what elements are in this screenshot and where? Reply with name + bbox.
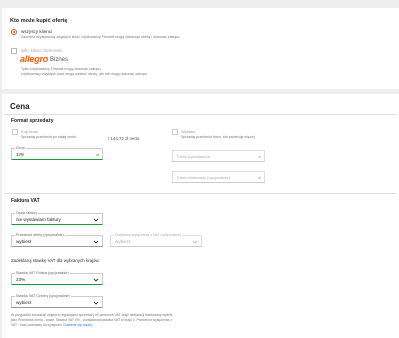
allegro-biznes-logo-text: Biznes bbox=[50, 57, 69, 63]
vat-declare-text: Zadeklaruj stawkę VAT dla wybranych kraj… bbox=[11, 258, 100, 263]
invoice-options-label: Opcje faktury bbox=[15, 211, 39, 215]
chevron-down-icon bbox=[192, 240, 198, 244]
vat-poland-select[interactable]: Stawka VAT Polska (opcjonalnie) 23% bbox=[11, 271, 103, 285]
exemption-basis-select[interactable]: Podstawa wyłączenia z VAT (opcjonalnie) … bbox=[110, 233, 202, 247]
price-heading: Cena bbox=[10, 102, 30, 111]
chevron-down-icon bbox=[93, 301, 99, 305]
vat-czech-select[interactable]: Stawka VAT Czechy (opcjonalnie) wybierz bbox=[11, 294, 103, 308]
vat-heading: Faktura VAT bbox=[11, 198, 40, 204]
invoice-options-select[interactable]: Opcje faktury nie wystawiam faktury bbox=[11, 211, 103, 225]
price-currency: zł bbox=[96, 152, 99, 157]
exemption-value: wybierz bbox=[16, 239, 32, 244]
buy-now-desc: Sprzedaj przedmiot po stałej cenie. bbox=[21, 135, 77, 139]
learn-more-link[interactable]: Dowiedz się więcej. bbox=[63, 323, 93, 327]
radio-all-buyers-label: wszyscy klienci bbox=[21, 29, 53, 34]
price-input-value: 178 bbox=[16, 152, 24, 157]
auction-desc: Sprzedaj przedmiot temu, kto zaoferuje w… bbox=[181, 135, 256, 139]
start-price-placeholder: Cena wywoławcza bbox=[177, 154, 210, 159]
exemption-basis-value: wybierz bbox=[115, 239, 131, 244]
price-input[interactable]: Cena 178 zł bbox=[11, 146, 103, 160]
chevron-down-icon bbox=[93, 278, 99, 282]
buyers-card: Kto może kupić ofertę wszyscy klienci Za… bbox=[2, 8, 399, 89]
radio-all-buyers[interactable] bbox=[11, 29, 17, 35]
exemption-label: Przedmiot oferty (opcjonalnie) bbox=[15, 233, 65, 237]
exemption-select[interactable]: Przedmiot oferty (opcjonalnie) wybierz bbox=[11, 233, 103, 247]
chevron-down-icon bbox=[93, 240, 99, 244]
vat-poland-label: Stawka VAT Polska (opcjonalnie) bbox=[15, 271, 70, 275]
exemption-basis-label: Podstawa wyłączenia z VAT (opcjonalnie) bbox=[114, 233, 183, 237]
business-only-label: tylko klienci biznesowi bbox=[21, 48, 62, 53]
min-price-input[interactable]: Cena minimalna (opcjonalnie) zł bbox=[172, 171, 265, 183]
vat-poland-value: 23% bbox=[16, 277, 26, 282]
price-input-label: Cena bbox=[15, 146, 26, 150]
price-card: Cena Format sprzedaży Kup teraz Sprzedaj… bbox=[2, 94, 399, 338]
chevron-down-icon bbox=[93, 218, 99, 222]
start-price-input[interactable]: Cena wywoławcza zł bbox=[172, 150, 265, 162]
start-price-currency: zł bbox=[258, 154, 261, 159]
buy-now-label: Kup teraz bbox=[21, 129, 39, 134]
auction-label: Wystaw bbox=[181, 129, 195, 134]
vat-note-line3-text: VAT - brak podstawy do wyłączeń. bbox=[11, 323, 63, 327]
vat-czech-label: Stawka VAT Czechy (opcjonalnie) bbox=[15, 294, 71, 298]
allegro-logo: allegro bbox=[20, 54, 49, 64]
radio-all-buyers-desc: Zarówno użytkownicy zwykłych kont i użyt… bbox=[21, 35, 181, 39]
vat-divider bbox=[4, 193, 397, 194]
sale-format-heading: Format sprzedaży bbox=[11, 118, 54, 124]
vat-czech-value: wybierz bbox=[16, 300, 32, 305]
checkbox-buy-now[interactable] bbox=[12, 129, 18, 135]
checkbox-business-only[interactable] bbox=[11, 48, 17, 54]
min-price-placeholder: Cena minimalna (opcjonalnie) bbox=[177, 175, 230, 180]
vat-note-line3: VAT - brak podstawy do wyłączeń. Dowiedz… bbox=[11, 323, 93, 328]
checkbox-auction[interactable] bbox=[172, 129, 178, 135]
invoice-options-value: nie wystawiam faktury bbox=[16, 217, 61, 222]
net-price-text: / 144,72 zł netto bbox=[108, 136, 140, 141]
min-price-currency: zł bbox=[258, 175, 261, 180]
buyers-heading: Kto może kupić ofertę bbox=[10, 18, 68, 24]
business-only-desc2: Użytkownicy zwykłych kont mogą widzieć o… bbox=[21, 72, 148, 76]
price-divider bbox=[4, 114, 397, 115]
